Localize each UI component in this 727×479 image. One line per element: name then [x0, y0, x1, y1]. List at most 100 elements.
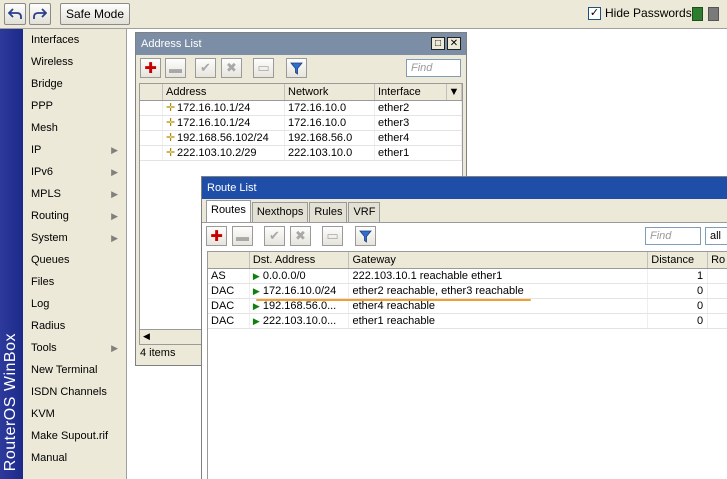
highlight-underline	[256, 299, 531, 301]
comment-icon: ▭	[326, 228, 339, 243]
column-header-gateway[interactable]: Gateway	[349, 252, 649, 268]
remove-route-button[interactable]: ▬	[232, 226, 253, 246]
comment-route-button[interactable]: ▭	[322, 226, 343, 246]
flags-cell: DAC	[208, 299, 250, 313]
hide-passwords-checkbox[interactable]: ✓	[588, 6, 601, 20]
close-icon: ✕	[449, 38, 459, 49]
menu-item-system[interactable]: System ▶	[23, 227, 126, 249]
dropdown-arrow-icon: ▼	[448, 86, 460, 98]
menu-item-label: MPLS	[31, 188, 61, 200]
column-header-address[interactable]: Address	[163, 84, 285, 100]
maximize-button[interactable]: □	[431, 37, 445, 50]
menu-item-label: System	[31, 232, 68, 244]
safe-mode-button[interactable]: Safe Mode	[60, 3, 130, 25]
remove-button[interactable]: ▬	[165, 58, 186, 78]
interface-cell: ether3	[375, 116, 462, 130]
route-find-input[interactable]: Find	[645, 227, 701, 245]
route-flag-icon: ▶	[252, 286, 260, 296]
tab-vrf[interactable]: VRF	[348, 202, 381, 222]
menu-item-tools[interactable]: Tools ▶	[23, 337, 126, 359]
route-flag-icon: ▶	[252, 271, 260, 281]
table-row[interactable]: DAC ▶ 192.168.56.0... ether4 reachable 0	[208, 299, 727, 314]
table-row[interactable]: ✛ 222.103.10.2/29 222.103.10.0 ether1	[140, 146, 462, 161]
filter-route-button[interactable]	[355, 226, 376, 246]
menu-item-isdn-channels[interactable]: ISDN Channels	[23, 381, 126, 403]
hide-passwords-toggle[interactable]: ✓ Hide Passwords	[588, 6, 692, 20]
undo-button[interactable]	[4, 3, 26, 25]
redo-button[interactable]	[29, 3, 51, 25]
add-route-button[interactable]: ✚	[206, 226, 227, 246]
add-button[interactable]: ✚	[140, 58, 161, 78]
address-icon: ✛	[166, 147, 176, 159]
route-filter-select[interactable]: all	[705, 227, 727, 245]
submenu-arrow-icon: ▶	[111, 167, 118, 177]
menu-item-make-supout[interactable]: Make Supout.rif	[23, 425, 126, 447]
column-header-flags[interactable]	[208, 252, 250, 268]
brand-bar: RouterOS WinBox	[0, 29, 23, 479]
menu-item-ip[interactable]: IP ▶	[23, 139, 126, 161]
menu-item-label: Radius	[31, 320, 66, 332]
tab-routes[interactable]: Routes	[206, 200, 251, 222]
menu-item-mesh[interactable]: Mesh	[23, 117, 126, 139]
menu-item-mpls[interactable]: MPLS ▶	[23, 183, 126, 205]
filter-button[interactable]	[286, 58, 307, 78]
disable-button[interactable]: ✖	[221, 58, 242, 78]
gateway-cell: ether1 reachable	[349, 314, 649, 328]
column-header-flags[interactable]	[140, 84, 163, 100]
column-menu-button[interactable]: ▼	[447, 84, 462, 100]
menu-item-label: ISDN Channels	[31, 386, 107, 398]
close-button[interactable]: ✕	[447, 37, 461, 50]
table-row[interactable]: ✛ 172.16.10.1/24 172.16.10.0 ether3	[140, 116, 462, 131]
menu-item-kvm[interactable]: KVM	[23, 403, 126, 425]
scroll-left-icon[interactable]: ◀	[143, 331, 150, 342]
menu-item-label: PPP	[31, 100, 54, 112]
distance-cell: 1	[648, 269, 709, 283]
column-header-network[interactable]: Network	[285, 84, 375, 100]
address-find-input[interactable]: Find	[406, 59, 461, 77]
disable-route-button[interactable]: ✖	[290, 226, 311, 246]
column-header-interface[interactable]: Interface	[375, 84, 447, 100]
route-table-header: Dst. Address Gateway Distance Ro	[208, 252, 727, 269]
menu-item-ppp[interactable]: PPP	[23, 95, 126, 117]
menu-item-queues[interactable]: Queues	[23, 249, 126, 271]
main-toolbar: Safe Mode ✓ Hide Passwords	[0, 0, 727, 29]
minus-icon: ▬	[236, 228, 249, 244]
table-row[interactable]: DAC ▶ 222.103.10.0... ether1 reachable 0	[208, 314, 727, 329]
menu-item-bridge[interactable]: Bridge	[23, 73, 126, 95]
route-list-titlebar[interactable]: Route List	[202, 177, 727, 199]
distance-cell: 0	[648, 284, 709, 298]
table-row[interactable]: ✛ 172.16.10.1/24 172.16.10.0 ether2	[140, 101, 462, 116]
horizontal-scrollbar[interactable]: ◀	[140, 329, 204, 344]
network-cell: 172.16.10.0	[285, 116, 375, 130]
tab-rules[interactable]: Rules	[309, 202, 348, 222]
menu-item-routing[interactable]: Routing ▶	[23, 205, 126, 227]
table-row[interactable]: DAC ▶ 172.16.10.0/24 ether2 reachable, et…	[208, 284, 727, 299]
plus-icon: ✚	[210, 228, 223, 245]
column-header-dst-address[interactable]: Dst. Address	[250, 252, 350, 268]
enable-route-button[interactable]: ✔	[264, 226, 285, 246]
menu-item-ipv6[interactable]: IPv6 ▶	[23, 161, 126, 183]
menu-item-radius[interactable]: Radius	[23, 315, 126, 337]
address-table-header: Address Network Interface ▼	[140, 84, 462, 101]
menu-item-log[interactable]: Log	[23, 293, 126, 315]
check-icon: ✔	[200, 60, 211, 75]
minus-icon: ▬	[169, 60, 182, 76]
menu-item-wireless[interactable]: Wireless	[23, 51, 126, 73]
route-table: Dst. Address Gateway Distance Ro AS ▶ 0.0…	[207, 251, 727, 479]
enable-button[interactable]: ✔	[195, 58, 216, 78]
address-cell: 222.103.10.2/29	[177, 147, 257, 159]
address-list-titlebar[interactable]: Address List □ ✕	[136, 33, 466, 55]
tab-nexthops[interactable]: Nexthops	[251, 202, 309, 222]
column-header-routing-mark[interactable]: Ro	[708, 252, 727, 268]
menu-item-files[interactable]: Files	[23, 271, 126, 293]
table-row[interactable]: AS ▶ 0.0.0.0/0 222.103.10.1 reachable eth…	[208, 269, 727, 284]
menu-item-label: IPv6	[31, 166, 54, 178]
comment-button[interactable]: ▭	[253, 58, 274, 78]
menu-item-interfaces[interactable]: Interfaces	[23, 29, 126, 51]
column-header-distance[interactable]: Distance	[648, 252, 709, 268]
menu-item-new-terminal[interactable]: New Terminal	[23, 359, 126, 381]
table-row[interactable]: ✛ 192.168.56.102/24 192.168.56.0 ether4	[140, 131, 462, 146]
menu-item-manual[interactable]: Manual	[23, 447, 126, 469]
submenu-arrow-icon: ▶	[111, 145, 118, 155]
flags-cell: DAC	[208, 314, 250, 328]
